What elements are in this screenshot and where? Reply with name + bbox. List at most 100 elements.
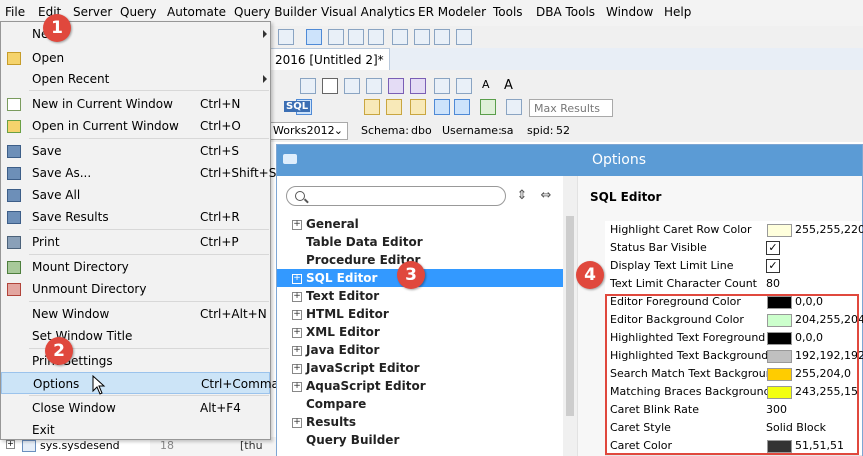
collapse-all-icon[interactable]: ⇔ [539,188,553,204]
expand-icon[interactable]: + [292,292,302,302]
property-name: Status Bar Visible [610,241,707,254]
property-row[interactable]: Display Text Limit Line ✓ [605,257,862,276]
menu-dba-tools[interactable]: DBA Tools [536,5,595,19]
execute-current-icon[interactable] [386,99,402,115]
scrollbar-thumb[interactable] [566,216,574,416]
results-text-icon[interactable] [454,99,470,115]
menu-item-open-recent[interactable]: Open Recent [1,68,270,90]
toolbar-chart-icon[interactable] [392,29,408,45]
max-results-input[interactable]: Max Results [529,99,613,117]
checkbox-checked[interactable]: ✓ [766,241,780,255]
toolbar-grid2-icon[interactable] [368,29,384,45]
property-row[interactable]: Status Bar Visible ✓ [605,239,862,258]
tree-item-query-builder[interactable]: Query Builder [277,431,567,449]
schema-label: Schema: [361,124,409,137]
menu-item-new-in-current-window[interactable]: New in Current Window Ctrl+N [1,93,270,115]
find-replace-icon[interactable] [456,78,472,94]
property-row[interactable]: Highlight Caret Row Color 255,255,220 [605,221,863,240]
expand-icon[interactable]: + [292,274,302,284]
menu-automate[interactable]: Automate [167,5,226,19]
tree-item-xml-editor[interactable]: + XML Editor [277,323,567,341]
expand-icon[interactable]: + [6,440,15,449]
execute-step-icon[interactable] [364,99,380,115]
property-row[interactable]: Text Limit Character Count 80 [605,275,862,294]
menu-separator [29,138,269,139]
tree-item-javascript-editor[interactable]: + JavaScript Editor [277,359,567,377]
toolbar-list-icon[interactable] [414,29,430,45]
menu-item-save[interactable]: Save Ctrl+S [1,140,270,162]
menu-item-mount-directory[interactable]: Mount Directory [1,256,270,278]
toolbar-layout-icon[interactable] [348,29,364,45]
tree-item-general[interactable]: + General [277,215,567,233]
checkbox-checked[interactable]: ✓ [766,259,780,273]
menu-item-unmount-directory[interactable]: Unmount Directory [1,278,270,300]
menu-query[interactable]: Query [120,5,156,19]
editor-tab[interactable]: 2016 [Untitled 2]* [270,48,390,70]
menu-item-close-window[interactable]: Close Window Alt+F4 [1,397,270,419]
toolbar-form-icon[interactable] [328,29,344,45]
menu-query-builder[interactable]: Query Builder [234,5,317,19]
menu-item-options[interactable]: Options Ctrl+Comma [1,372,279,394]
menu-item-label: New in Current Window [32,97,173,111]
menu-item-save-results[interactable]: Save Results Ctrl+R [1,206,270,228]
menu-er-modeler[interactable]: ER Modeler [418,5,486,19]
menu-item-open-in-current-window[interactable]: Open in Current Window Ctrl+O [1,115,270,137]
tree-item-table-data-editor[interactable]: Table Data Editor [277,233,567,251]
expand-all-icon[interactable]: ⇕ [515,188,529,204]
undo-icon[interactable] [388,78,404,94]
database-select[interactable]: Works2012 ⌄ [270,122,348,140]
menu-window[interactable]: Window [606,5,653,19]
tree-item-java-editor[interactable]: + Java Editor [277,341,567,359]
font-increase-icon[interactable]: A [504,78,518,93]
submenu-arrow-icon [263,75,267,83]
expand-icon[interactable]: + [292,310,302,320]
explain-icon[interactable] [410,99,426,115]
tree-item-compare[interactable]: Compare [277,395,567,413]
menu-tools[interactable]: Tools [493,5,523,19]
tree-item-results[interactable]: + Results [277,413,567,431]
category-scrollbar[interactable] [563,176,577,456]
menu-item-exit[interactable]: Exit [1,419,270,441]
format-icon[interactable] [480,99,496,115]
menu-item-shortcut: Ctrl+N [200,97,241,111]
expand-icon[interactable]: + [292,418,302,428]
menu-help[interactable]: Help [664,5,691,19]
menu-server[interactable]: Server [73,5,112,19]
menu-item-set-window-title[interactable]: Set Window Title [1,325,270,347]
options-icon[interactable] [506,99,522,115]
select-icon[interactable] [300,78,316,94]
menu-item-save-as[interactable]: Save As... Ctrl+Shift+S [1,162,276,184]
menu-file[interactable]: File [5,5,25,19]
redo-icon[interactable] [410,78,426,94]
copy-icon[interactable] [344,78,360,94]
expand-icon[interactable]: + [292,220,302,230]
menu-item-new[interactable]: New [1,23,270,45]
dialog-title-bar[interactable]: Options [277,145,862,176]
toolbar-table-icon[interactable] [306,29,322,45]
color-swatch[interactable] [767,224,792,237]
options-search-input[interactable] [286,186,506,206]
toolbar-grid-icon[interactable] [278,29,294,45]
paste-icon[interactable] [366,78,382,94]
font-decrease-icon[interactable]: A [482,78,496,92]
menu-item-print-settings[interactable]: Print Settings [1,350,270,372]
cut-icon[interactable] [322,78,338,94]
menu-item-print[interactable]: Print Ctrl+P [1,231,270,253]
tree-item-aquascript-editor[interactable]: + AquaScript Editor [277,377,567,395]
tree-item-html-editor[interactable]: + HTML Editor [277,305,567,323]
menu-item-save-all[interactable]: Save All [1,184,270,206]
menu-item-open[interactable]: Open [1,47,270,69]
tree-item-label: JavaScript Editor [306,361,420,375]
find-icon[interactable] [434,78,450,94]
expand-icon[interactable]: + [292,346,302,356]
tree-item-text-editor[interactable]: + Text Editor [277,287,567,305]
expand-icon[interactable]: + [292,364,302,374]
menu-item-new-window[interactable]: New Window Ctrl+Alt+N [1,303,270,325]
menu-visual-analytics[interactable]: Visual Analytics [321,5,415,19]
toolbar-report-icon[interactable] [434,29,450,45]
property-value[interactable]: 80 [766,275,780,293]
expand-icon[interactable]: + [292,328,302,338]
results-grid-icon[interactable] [434,99,450,115]
toolbar-export-icon[interactable] [456,29,472,45]
expand-icon[interactable]: + [292,382,302,392]
